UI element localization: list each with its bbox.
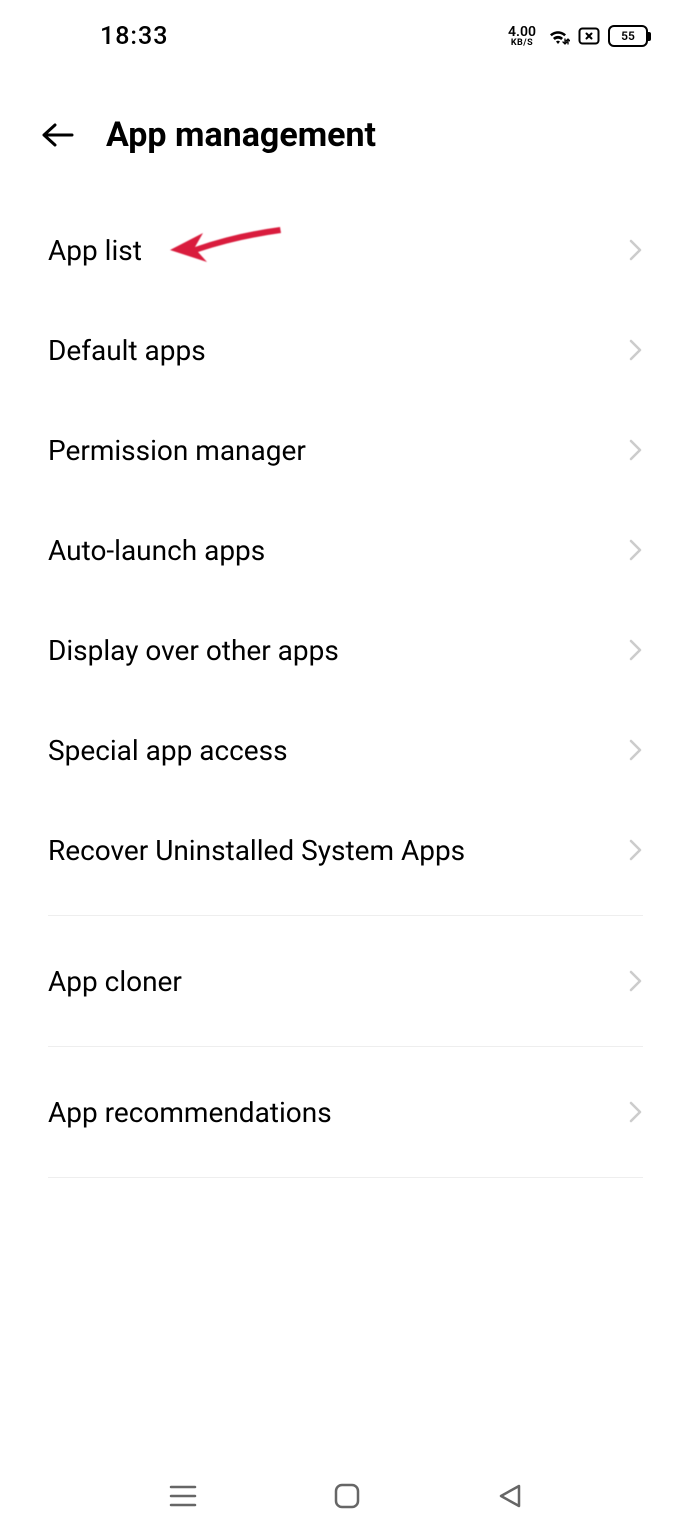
- chevron-right-icon: [629, 1100, 643, 1124]
- list-item-label: Auto-launch apps: [48, 534, 265, 567]
- list-item-recover-system-apps[interactable]: Recover Uninstalled System Apps: [0, 800, 691, 900]
- chevron-right-icon: [629, 538, 643, 562]
- chevron-right-icon: [629, 969, 643, 993]
- divider: [48, 915, 643, 916]
- chevron-right-icon: [629, 338, 643, 362]
- navigation-bar: [0, 1456, 691, 1536]
- chevron-right-icon: [629, 838, 643, 862]
- data-speed-icon: 4.00 KB/S: [508, 25, 536, 48]
- status-time: 18:33: [40, 22, 168, 51]
- wifi-icon: [546, 26, 570, 46]
- list-item-label: App recommendations: [48, 1096, 332, 1129]
- list-item-auto-launch[interactable]: Auto-launch apps: [0, 500, 691, 600]
- page-title: App management: [106, 115, 376, 155]
- no-sim-icon: [578, 27, 600, 45]
- chevron-right-icon: [629, 738, 643, 762]
- header: App management: [0, 60, 691, 180]
- back-nav-button[interactable]: [497, 1482, 523, 1510]
- recents-button[interactable]: [168, 1483, 198, 1509]
- status-bar: 18:33 4.00 KB/S 55: [0, 0, 691, 60]
- list-item-label: Display over other apps: [48, 634, 339, 667]
- battery-icon: 55: [608, 25, 651, 47]
- list-item-label: Recover Uninstalled System Apps: [48, 834, 465, 867]
- list-item-app-cloner[interactable]: App cloner: [0, 931, 691, 1031]
- list-item-app-recommendations[interactable]: App recommendations: [0, 1062, 691, 1162]
- list-item-label: App cloner: [48, 965, 182, 998]
- list-item-label: Permission manager: [48, 434, 306, 467]
- divider: [48, 1177, 643, 1178]
- status-icons: 4.00 KB/S 55: [508, 25, 651, 48]
- settings-list: App list Default apps Permission manager…: [0, 180, 691, 1178]
- list-item-display-over[interactable]: Display over other apps: [0, 600, 691, 700]
- list-item-special-access[interactable]: Special app access: [0, 700, 691, 800]
- list-item-default-apps[interactable]: Default apps: [0, 300, 691, 400]
- list-item-app-list[interactable]: App list: [0, 200, 691, 300]
- chevron-right-icon: [629, 638, 643, 662]
- chevron-right-icon: [629, 438, 643, 462]
- list-item-label: Default apps: [48, 334, 206, 367]
- divider: [48, 1046, 643, 1047]
- list-item-label: App list: [48, 234, 142, 267]
- back-button[interactable]: [40, 121, 76, 149]
- list-item-label: Special app access: [48, 734, 288, 767]
- chevron-right-icon: [629, 238, 643, 262]
- list-item-permission-manager[interactable]: Permission manager: [0, 400, 691, 500]
- home-button[interactable]: [333, 1482, 361, 1510]
